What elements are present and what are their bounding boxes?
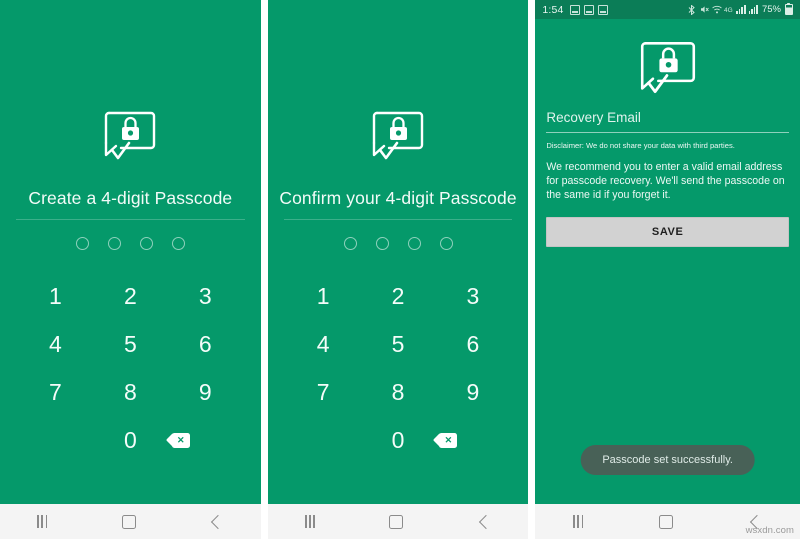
recents-icon[interactable]: [37, 515, 48, 528]
passcode-dot: [439, 237, 453, 250]
backspace-icon: ✕: [433, 432, 458, 448]
status-bar-clock: 1:54: [542, 3, 564, 16]
key-5[interactable]: 5: [361, 320, 436, 368]
passcode-dot: [139, 237, 153, 250]
chat-lock-icon-wrap: [0, 108, 261, 164]
key-1[interactable]: 1: [18, 272, 93, 320]
gallery-icon: [583, 4, 594, 15]
key-9[interactable]: 9: [168, 368, 243, 416]
screenshot-icon: [569, 4, 580, 15]
wifi-icon: [712, 5, 722, 14]
screen-confirm-passcode: Confirm your 4-digit Passcode 1 2 3 4 5 …: [267, 0, 529, 539]
screen-icon: [597, 4, 608, 15]
panel-divider-2: [528, 0, 536, 539]
passcode-title: Create a 4-digit Passcode: [28, 188, 233, 208]
passcode-dot: [171, 237, 185, 250]
recovery-email-field[interactable]: Recovery Email: [546, 109, 789, 133]
backspace-icon: ✕: [165, 432, 190, 448]
key-4[interactable]: 4: [286, 320, 361, 368]
numeric-keypad: 1 2 3 4 5 6 7 8 9 0 ✕: [268, 272, 529, 464]
title-divider: [283, 219, 513, 220]
chat-lock-icon-wrap: [535, 37, 800, 99]
chat-lock-icon-wrap: [268, 108, 529, 164]
passcode-dots: [268, 237, 529, 250]
key-backspace[interactable]: ✕: [165, 432, 243, 448]
passcode-dot: [75, 237, 89, 250]
numeric-keypad: 1 2 3 4 5 6 7 8 9 0 ✕: [0, 272, 261, 464]
key-8[interactable]: 8: [93, 368, 168, 416]
screen-recovery-email: 1:54 4G 75% Recovery Email Disclaimer: W…: [535, 0, 800, 539]
battery-percent-label: 75%: [761, 4, 781, 15]
key-0[interactable]: 0: [93, 416, 168, 464]
recovery-email-form: Recovery Email Disclaimer: We do not sha…: [535, 109, 800, 248]
android-navbar: [267, 504, 529, 539]
recommendation-text: We recommend you to enter a valid email …: [546, 161, 785, 202]
chat-lock-icon: [105, 111, 156, 160]
toast-message: Passcode set successfully.: [580, 445, 755, 475]
back-icon[interactable]: [478, 514, 494, 529]
chat-lock-icon: [640, 42, 695, 94]
key-6[interactable]: 6: [435, 320, 510, 368]
recovery-email-placeholder: Recovery Email: [546, 110, 641, 125]
chat-lock-icon: [372, 111, 424, 160]
key-0[interactable]: 0: [361, 416, 436, 464]
home-icon[interactable]: [121, 514, 136, 529]
key-6[interactable]: 6: [168, 320, 243, 368]
screenshot-root: Create a 4-digit Passcode 1 2 3 4 5 6 7 …: [0, 0, 800, 539]
key-7[interactable]: 7: [18, 368, 93, 416]
status-bar-notifications: [569, 4, 608, 15]
save-button[interactable]: SAVE: [546, 217, 789, 248]
key-1[interactable]: 1: [286, 272, 361, 320]
recents-icon[interactable]: [304, 515, 315, 528]
signal-icon: [736, 5, 746, 14]
recents-icon[interactable]: [573, 515, 584, 528]
signal-two-icon: [748, 5, 758, 14]
key-7[interactable]: 7: [286, 368, 361, 416]
key-4[interactable]: 4: [18, 320, 93, 368]
status-bar-system-icons: 4G 75%: [688, 2, 793, 16]
key-3[interactable]: 3: [435, 272, 510, 320]
data-icon: 4G: [724, 5, 733, 14]
screen-create-passcode: Create a 4-digit Passcode 1 2 3 4 5 6 7 …: [0, 0, 261, 539]
key-8[interactable]: 8: [361, 368, 436, 416]
battery-icon: [784, 2, 793, 15]
key-backspace[interactable]: ✕: [433, 432, 510, 448]
key-3[interactable]: 3: [168, 272, 243, 320]
passcode-dot: [343, 237, 357, 250]
disclaimer-text: Disclaimer: We do not share your data wi…: [546, 141, 735, 150]
bluetooth-icon: [688, 4, 697, 16]
passcode-dots: [0, 237, 261, 250]
home-icon[interactable]: [659, 514, 674, 529]
passcode-dot: [375, 237, 389, 250]
watermark: wsxdn.com: [745, 525, 794, 536]
key-2[interactable]: 2: [93, 272, 168, 320]
panel-divider-1: [260, 0, 268, 539]
mute-icon: [700, 5, 709, 14]
passcode-title: Confirm your 4-digit Passcode: [279, 188, 517, 208]
passcode-dot: [107, 237, 121, 250]
android-navbar: [0, 504, 261, 539]
key-2[interactable]: 2: [361, 272, 436, 320]
home-icon[interactable]: [389, 514, 404, 529]
back-icon[interactable]: [211, 514, 226, 529]
key-9[interactable]: 9: [435, 368, 510, 416]
status-bar: 1:54 4G 75%: [535, 0, 800, 19]
passcode-dot: [407, 237, 421, 250]
svg-text:4G: 4G: [724, 7, 733, 14]
title-divider: [16, 219, 245, 220]
key-5[interactable]: 5: [93, 320, 168, 368]
